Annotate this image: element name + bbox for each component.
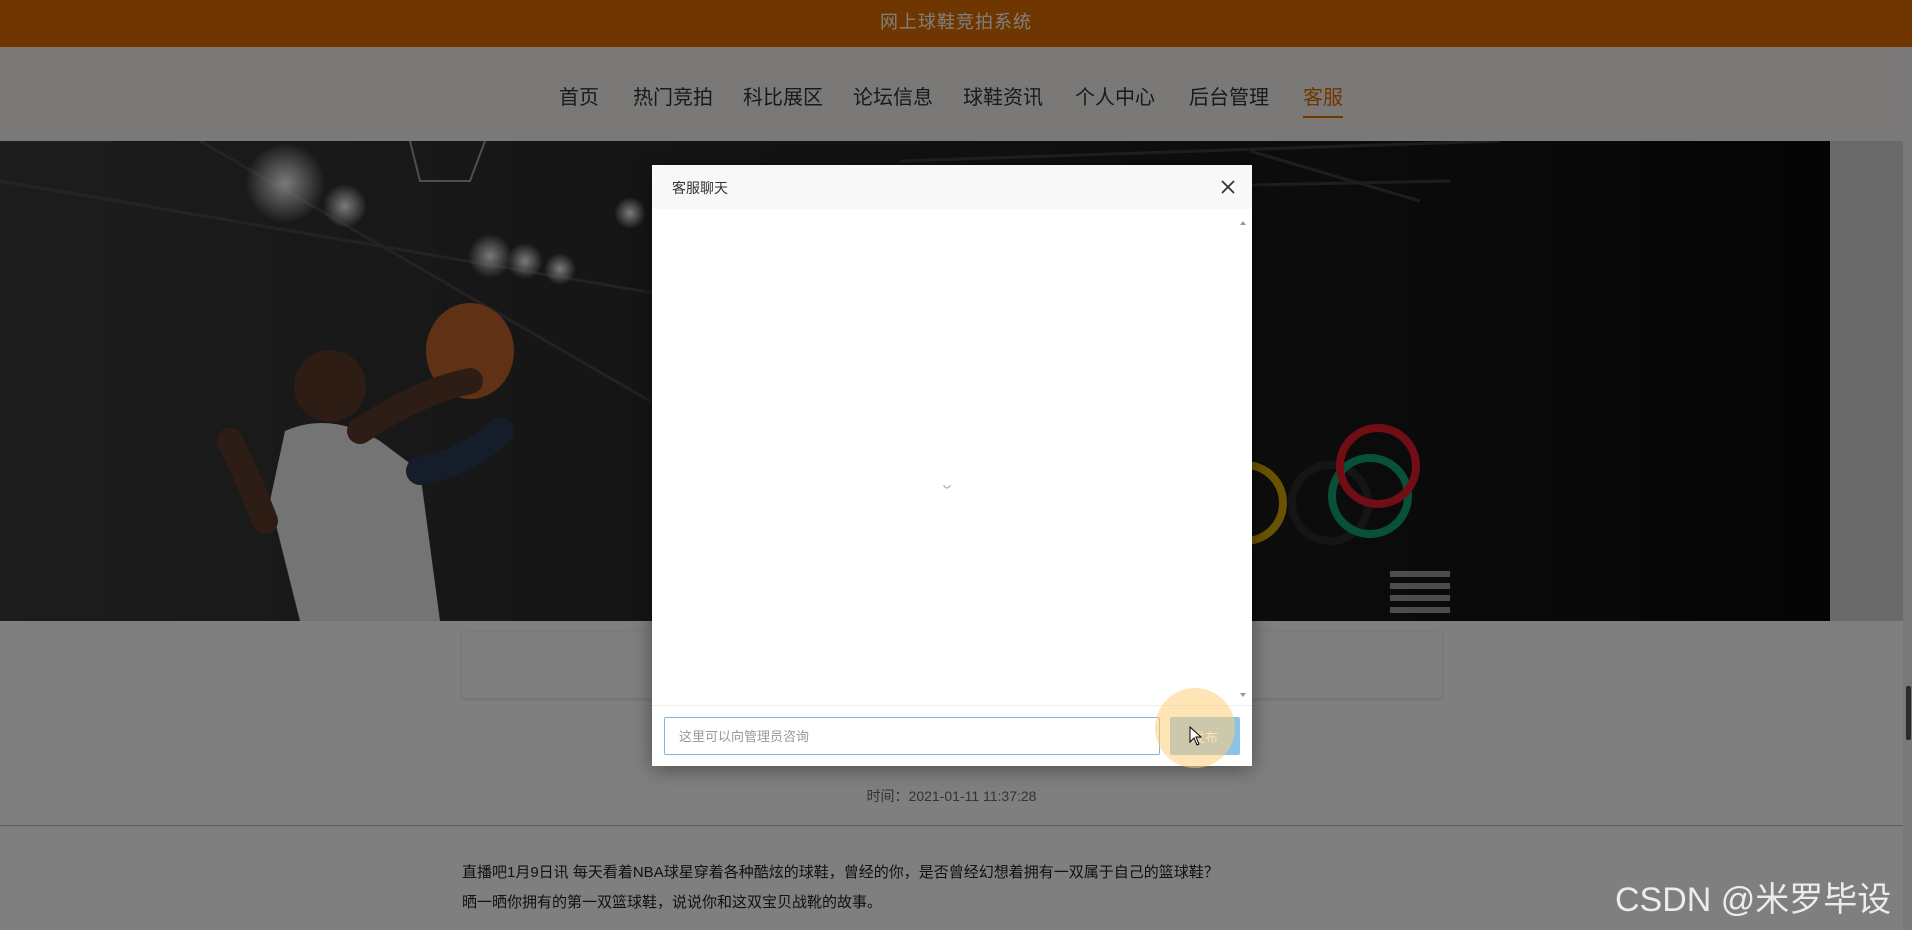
chat-message-input[interactable] xyxy=(664,717,1160,755)
mouse-cursor-icon xyxy=(1189,725,1203,746)
dialog-title: 客服聊天 xyxy=(672,180,728,196)
loading-spinner-icon xyxy=(942,477,952,489)
chat-scrollbar[interactable] xyxy=(1238,217,1248,701)
watermark: CSDN @米罗毕设 xyxy=(1615,881,1892,919)
close-icon[interactable] xyxy=(1216,175,1240,199)
chat-dialog: 客服聊天 发布 xyxy=(652,165,1252,766)
chat-messages-area[interactable] xyxy=(652,209,1252,705)
dialog-header: 客服聊天 xyxy=(652,165,1252,210)
